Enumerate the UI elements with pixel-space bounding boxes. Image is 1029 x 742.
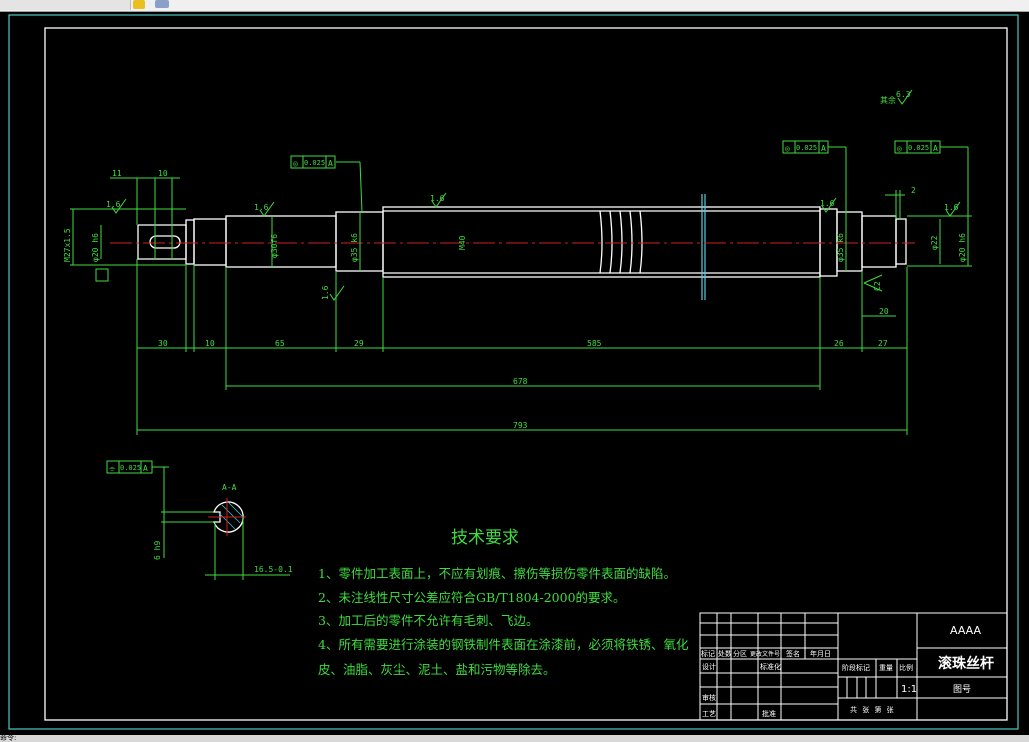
command-line[interactable]: 命令: (0, 735, 1029, 742)
header-count: 处数 (718, 649, 732, 658)
roughness-1: 1.6 (106, 200, 121, 209)
roughness-4: 1.6 (820, 199, 835, 208)
section-view: ⌯ 0.025 A A-A 16.5-0.1 6 h9 (106, 460, 293, 580)
dim-678: 678 (513, 377, 528, 386)
header-zone: 分区 (733, 649, 747, 658)
command-prompt: 命令: (0, 734, 17, 742)
tolerance-value: 0.025 (796, 144, 817, 152)
tolerance-datum: A (328, 159, 333, 168)
header-mark: 标记 (701, 649, 715, 658)
section-label: A-A (222, 483, 237, 492)
roughness-6: 1.6 (321, 285, 330, 300)
keyway-width: 16.5-0.1 (254, 565, 293, 574)
tolerance-datum: A (143, 464, 148, 473)
dim-26: 26 (834, 339, 844, 348)
design-label: 设计 (702, 662, 716, 671)
dim-20: 20 (879, 307, 889, 316)
sheets-label: 共 张 第 张 (850, 705, 894, 714)
chamfer-label: C2 (873, 281, 882, 291)
tech-requirements-title: 技术要求 (451, 528, 519, 548)
tolerance-value: 0.025 (304, 159, 325, 167)
dim-65: 65 (275, 339, 285, 348)
tolerance-frame-2: ◎ 0.025 A (782, 140, 846, 154)
roughness-marks: 1.6 1.6 1.6 1.6 1.6 1.6 其余 6.3 C2 (106, 89, 961, 301)
roughness-2: 1.6 (254, 203, 269, 212)
dim-phi35-right: φ35 k6 (836, 233, 845, 262)
dim-29: 29 (354, 339, 364, 348)
roughness-5: 1.6 (944, 203, 959, 212)
tolerance-datum: A (933, 144, 938, 153)
layer-icon[interactable] (133, 0, 145, 9)
dim-10-top: 10 (158, 169, 168, 178)
standardize-label: 标准化 (760, 662, 781, 671)
company-name: AAAA (950, 624, 981, 637)
roughness-rest-value: 6.3 (896, 90, 911, 99)
keyway-depth: 6 h9 (153, 541, 162, 560)
tech-requirement-4-cont: 皮、油脂、灰尘、泥土、盐和污物等除去。 (318, 662, 556, 677)
roughness-rest-label: 其余 (880, 95, 896, 105)
dim-phi20-right: φ20 h6 (958, 233, 967, 262)
drawing-canvas[interactable]: 30 10 65 29 585 26 27 678 793 11 10 2 20… (0, 12, 1029, 735)
dim-phi22: φ22 (930, 235, 939, 250)
dim-585: 585 (587, 339, 602, 348)
drawing-no-label: 图号 (953, 684, 971, 695)
process-label: 工艺 (702, 710, 716, 718)
dimension-lines (70, 147, 972, 435)
header-change-doc: 更改文件号 (750, 650, 780, 658)
dim-thread: M27x1.5 (63, 228, 72, 262)
dim-phi35-left: φ35 k6 (350, 233, 359, 262)
dim-phi20: φ20 h6 (91, 233, 100, 262)
dim-30: 30 (158, 339, 168, 348)
stage-mark-label: 阶段标记 (842, 663, 870, 672)
datum-box (95, 268, 109, 282)
layer-properties-icon[interactable] (155, 0, 169, 8)
tolerance-datum: A (821, 144, 826, 153)
coaxiality-icon: ◎ (293, 159, 298, 168)
dim-phi40: M40 (458, 235, 467, 250)
review-label: 审核 (702, 693, 716, 702)
coaxiality-icon: ◎ (785, 144, 790, 153)
tolerance-value: 0.025 (908, 144, 929, 152)
header-sign: 签名 (786, 649, 800, 658)
scale-value: 1:1 (901, 684, 917, 695)
header-date: 年月日 (810, 649, 831, 658)
dim-27: 27 (878, 339, 888, 348)
dim-10: 10 (205, 339, 215, 348)
tolerance-frame-1: ◎ 0.025 A (290, 155, 336, 169)
ratio-label: 比例 (899, 663, 913, 672)
coaxiality-icon: ◎ (897, 144, 902, 153)
dim-2: 2 (911, 186, 916, 195)
dim-phi30: φ30f6 (270, 234, 279, 258)
tech-requirement-3: 3、加工后的零件不允许有毛刺、飞边。 (318, 613, 539, 628)
approve-label: 批准 (762, 709, 776, 718)
part-name: 滚珠丝杆 (938, 655, 994, 672)
toolbar (0, 0, 1029, 12)
tolerance-value: 0.025 (120, 464, 141, 472)
roughness-3: 1.6 (430, 194, 445, 203)
symmetry-icon: ⌯ (109, 464, 116, 473)
weight-label: 重量 (879, 664, 893, 672)
tech-requirement-1: 1、零件加工表面上，不应有划痕、擦伤等损伤零件表面的缺陷。 (318, 566, 676, 581)
dim-11: 11 (112, 169, 122, 178)
tech-requirement-2: 2、未注线性尺寸公差应符合GB/T1804-2000的要求。 (318, 590, 626, 605)
toolbar-area (0, 0, 131, 10)
tech-requirement-4: 4、所有需要进行涂装的钢铁制件表面在涂漆前，必须将铁锈、氧化 (318, 637, 689, 652)
dimension-labels: 30 10 65 29 585 26 27 678 793 11 10 2 20… (63, 169, 967, 430)
tolerance-frame-3: ◎ 0.025 A (894, 140, 968, 154)
dim-793: 793 (513, 421, 528, 430)
